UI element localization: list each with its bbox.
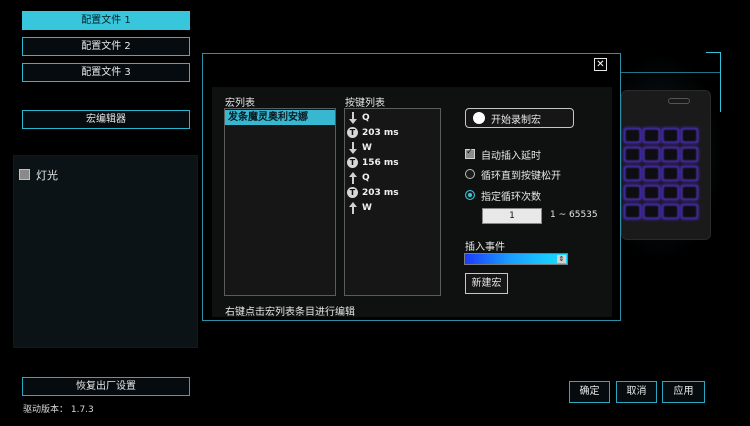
key-event-label: W	[362, 142, 372, 153]
insert-event-label: 插入事件	[465, 242, 505, 253]
factory-reset-button[interactable]: 恢复出厂设置	[22, 377, 190, 396]
edit-hint: 右键点击宏列表条目进行编辑	[225, 307, 355, 318]
keyboard-key	[681, 128, 698, 143]
delay-icon: T	[346, 126, 359, 139]
keyboard-key	[643, 185, 660, 200]
keyboard-key	[662, 185, 679, 200]
macro-list-item[interactable]: 发条魔灵奥利安娜	[225, 110, 335, 125]
macro-editor-button[interactable]: 宏编辑器	[22, 110, 190, 129]
settings-panel	[13, 155, 198, 348]
keyboard-key	[643, 166, 660, 181]
key-event-label: Q	[362, 112, 370, 123]
auto-delay-checkbox[interactable]	[465, 147, 475, 159]
keyboard-key	[662, 128, 679, 143]
profile-1-button[interactable]: 配置文件 1	[22, 11, 190, 30]
key-event-row[interactable]: T 203 ms	[346, 185, 438, 200]
key-event-label: 203 ms	[362, 187, 399, 198]
apply-button[interactable]: 应用	[662, 381, 705, 403]
key-event-row[interactable]: T 156 ms	[346, 155, 438, 170]
macro-list[interactable]	[224, 108, 336, 296]
lighting-checkbox[interactable]	[19, 169, 30, 180]
accent-line	[621, 72, 721, 73]
loop-until-release-label: 循环直到按键松开	[481, 170, 561, 182]
keyboard-key	[643, 147, 660, 162]
key-list-label: 按键列表	[345, 98, 385, 109]
keyboard-key	[643, 128, 660, 143]
chevron-updown-icon: ⇕	[557, 255, 566, 263]
delay-icon: T	[346, 156, 359, 169]
insert-event-select[interactable]: ⇕	[464, 253, 568, 265]
key-event-label: Q	[362, 172, 370, 183]
auto-delay-label: 自动插入延时	[481, 150, 541, 162]
keyboard-key	[681, 147, 698, 162]
lighting-label: 灯光	[36, 169, 58, 182]
keyboard-key	[624, 128, 641, 143]
loop-until-release-option[interactable]: 循环直到按键松开	[465, 167, 561, 182]
accent-line	[706, 52, 720, 53]
key-event-label: 203 ms	[362, 127, 399, 138]
auto-delay-option[interactable]: 自动插入延时	[465, 147, 541, 162]
keyboard-key	[624, 185, 641, 200]
key-event-row[interactable]: Q	[346, 110, 438, 125]
loop-count-radio[interactable]	[465, 190, 475, 200]
new-macro-button[interactable]: 新建宏	[465, 273, 508, 294]
delay-icon: T	[346, 186, 359, 199]
driver-version: 驱动版本： 1.7.3	[23, 405, 94, 415]
accent-line	[720, 52, 721, 112]
macro-list-label: 宏列表	[225, 98, 255, 109]
start-recording-button[interactable]: 开始录制宏	[465, 108, 574, 128]
loop-count-input[interactable]: 1	[482, 208, 542, 224]
loop-range-label: 1 ~ 65535	[550, 210, 598, 220]
keyboard-slot	[668, 98, 690, 104]
loop-until-release-radio[interactable]	[465, 169, 475, 179]
key-event-row[interactable]: T 203 ms	[346, 125, 438, 140]
keyboard-key	[662, 147, 679, 162]
keyboard-key	[662, 204, 679, 219]
key-event-row[interactable]: W	[346, 140, 438, 155]
arrow-down-icon	[346, 141, 359, 154]
keyboard-key	[681, 185, 698, 200]
loop-count-label: 指定循环次数	[481, 191, 541, 203]
record-icon	[473, 112, 485, 124]
profile-3-button[interactable]: 配置文件 3	[22, 63, 190, 82]
arrow-down-icon	[346, 111, 359, 124]
profile-2-button[interactable]: 配置文件 2	[22, 37, 190, 56]
start-recording-label: 开始录制宏	[491, 114, 541, 126]
keyboard-key	[681, 166, 698, 181]
keyboard-key	[624, 147, 641, 162]
keyboard-key	[624, 204, 641, 219]
keyboard-key	[681, 204, 698, 219]
key-event-row[interactable]: W	[346, 200, 438, 215]
key-event-label: 156 ms	[362, 157, 399, 168]
keyboard-key	[624, 166, 641, 181]
keyboard-key	[643, 204, 660, 219]
arrow-up-icon	[346, 171, 359, 184]
key-event-row[interactable]: Q	[346, 170, 438, 185]
keyboard-key	[662, 166, 679, 181]
key-event-label: W	[362, 202, 372, 213]
loop-count-option[interactable]: 指定循环次数	[465, 188, 541, 203]
cancel-button[interactable]: 取消	[616, 381, 657, 403]
close-icon[interactable]: ✕	[594, 58, 607, 71]
ok-button[interactable]: 确定	[569, 381, 610, 403]
arrow-up-icon	[346, 201, 359, 214]
